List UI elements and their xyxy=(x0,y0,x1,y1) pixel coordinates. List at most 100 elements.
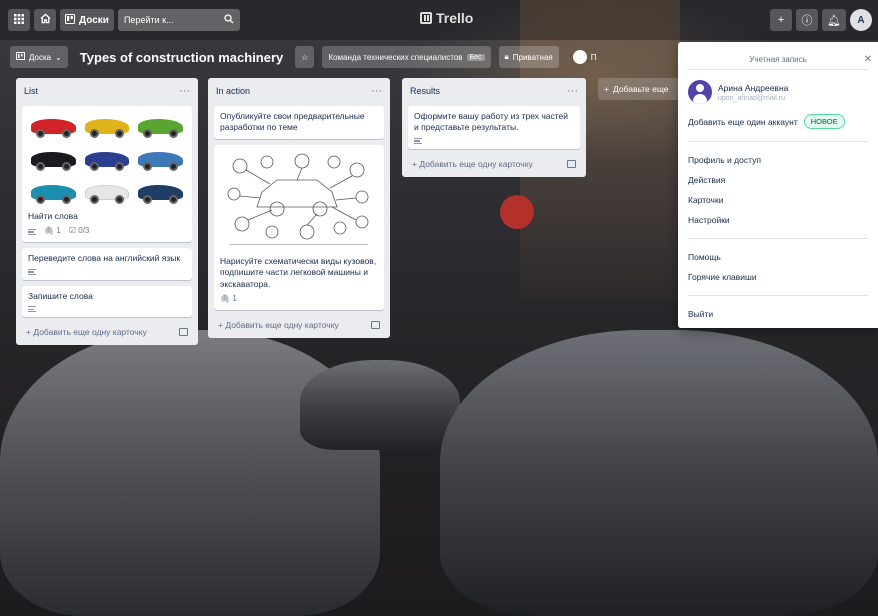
template-icon[interactable] xyxy=(371,321,380,330)
plus-icon: + xyxy=(604,84,609,94)
trello-logo-icon xyxy=(420,12,432,24)
divider xyxy=(688,295,868,296)
boards-icon xyxy=(65,13,75,27)
trello-logo[interactable]: Trello xyxy=(420,10,473,26)
diagram-caption-line xyxy=(230,243,368,248)
add-list-label: Добавьте еще xyxy=(612,84,669,94)
add-card-label: Добавить еще одну карточку xyxy=(419,158,533,169)
menu-item-logout[interactable]: Выйти xyxy=(688,304,868,324)
background-car-left xyxy=(0,330,380,616)
card-find-words[interactable]: Найти слова 🖇︎ 1 ☑︎ 0/3 xyxy=(22,106,192,243)
add-account-button[interactable]: Добавить еще один аккаунт НОВОЕ xyxy=(688,110,868,133)
visibility-label: Приватная xyxy=(512,52,553,62)
current-account: Арина Андреевна upon_arinad@mail.ru xyxy=(688,70,868,110)
list-header[interactable]: Results ··· xyxy=(408,82,580,100)
card-title: Нарисуйте схематически виды кузовов, под… xyxy=(220,255,377,289)
list-title: Results xyxy=(410,86,441,96)
logo-text: Trello xyxy=(436,10,474,26)
menu-item-cards[interactable]: Карточки xyxy=(688,190,868,210)
apps-button[interactable] xyxy=(8,9,30,31)
account-popover: Учетная запись ✕ Арина Андреевна upon_ar… xyxy=(678,42,878,328)
car-image xyxy=(28,177,79,207)
car-image xyxy=(81,111,133,141)
notifications-button[interactable]: 🔔︎ xyxy=(822,9,846,31)
more-icon[interactable]: ··· xyxy=(567,85,578,97)
add-card-button[interactable]: + Добавить еще одну карточку xyxy=(214,310,384,332)
card-cover-image xyxy=(222,151,376,248)
card-write-words[interactable]: Запишите слова xyxy=(22,285,192,318)
card-publish-drafts[interactable]: Опубликуйте свои предварительные разрабо… xyxy=(214,106,384,139)
add-card-label: Добавить еще одну карточку xyxy=(33,327,147,338)
visibility-button[interactable]: 🔒︎ Приватная xyxy=(498,46,559,68)
car-image xyxy=(135,111,186,141)
home-button[interactable] xyxy=(34,9,56,31)
menu-item-shortcuts[interactable]: Горячие клавиши xyxy=(688,267,868,287)
attachment-count: 1 xyxy=(232,294,237,304)
template-icon[interactable] xyxy=(179,328,188,337)
list-title: List xyxy=(24,86,39,96)
description-icon xyxy=(414,137,422,144)
close-icon[interactable]: ✕ xyxy=(864,50,872,70)
add-card-button[interactable]: + Добавить еще одну карточку xyxy=(408,149,580,171)
background-car-middle xyxy=(300,360,460,450)
add-card-label: Добавить еще одну карточку xyxy=(225,320,339,331)
background-road-sign xyxy=(500,195,534,229)
boards-button[interactable]: Доски xyxy=(60,9,114,31)
card-badges: 🖇︎ 1 xyxy=(220,294,378,305)
list-header[interactable]: In action ··· xyxy=(214,82,384,100)
menu-item-profile[interactable]: Профиль и доступ xyxy=(688,150,868,170)
card-title: Оформите вашу работу из трех частей и пр… xyxy=(414,111,569,133)
card-badges xyxy=(28,268,186,275)
checklist-icon: ☑︎ xyxy=(68,226,77,236)
star-button[interactable]: ☆ xyxy=(295,46,315,68)
more-icon[interactable]: ··· xyxy=(371,85,382,97)
card-badges xyxy=(414,137,574,144)
team-button[interactable]: Команда технических специалистов Бес xyxy=(322,46,491,68)
menu-item-activity[interactable]: Действия xyxy=(688,170,868,190)
card-translate-words[interactable]: Переведите слова на английский язык xyxy=(22,248,192,280)
board-member-label: П xyxy=(590,52,597,62)
plus-icon: + xyxy=(218,320,223,331)
search-input[interactable]: Перейти к... xyxy=(117,9,240,31)
board-menu-button[interactable]: Доска ⌄ xyxy=(10,46,68,68)
add-list-button[interactable]: + Добавьте еще xyxy=(598,78,688,100)
home-icon xyxy=(39,13,51,27)
background-car-right xyxy=(440,330,878,616)
list-in-action: In action ··· Опубликуйте свои предварит… xyxy=(208,78,390,339)
description-icon xyxy=(28,228,36,235)
create-button[interactable]: + xyxy=(770,9,793,31)
description-icon xyxy=(28,268,36,275)
menu-item-help[interactable]: Помощь xyxy=(688,247,868,267)
board-menu-label: Доска xyxy=(29,52,52,62)
plus-icon: + xyxy=(26,327,31,338)
lock-icon: 🔒︎ xyxy=(504,52,509,61)
popover-title: Учетная запись xyxy=(749,55,807,64)
checklist-count: 0/3 xyxy=(78,226,90,236)
template-icon[interactable] xyxy=(567,159,576,168)
card-draw-bodies[interactable]: Нарисуйте схематически виды кузовов, под… xyxy=(214,144,384,311)
car-image xyxy=(135,144,186,174)
more-icon[interactable]: ··· xyxy=(179,85,190,97)
star-icon: ☆ xyxy=(301,52,309,62)
attachment-count: 1 xyxy=(56,226,61,236)
list-header[interactable]: List ··· xyxy=(22,82,192,100)
search-placeholder: Перейти к... xyxy=(123,15,174,25)
new-badge: НОВОЕ xyxy=(803,114,845,129)
chevron-down-icon: ⌄ xyxy=(55,52,62,62)
user-icon xyxy=(572,50,587,64)
bell-icon: 🔔︎ xyxy=(827,14,841,27)
attachment-badge: 🖇︎ 1 xyxy=(220,294,237,305)
board-title[interactable]: Types of construction machinery xyxy=(76,50,287,65)
car-image xyxy=(135,177,186,207)
card-title: Найти слова xyxy=(28,211,78,221)
list-results: Results ··· Оформите вашу работу из трех… xyxy=(402,78,586,177)
info-button[interactable]: ⓘ xyxy=(796,9,819,31)
menu-item-settings[interactable]: Настройки xyxy=(688,210,868,230)
header-right-actions: + ⓘ 🔔︎ А xyxy=(770,9,872,31)
member-avatar[interactable]: А xyxy=(850,9,872,31)
card-title: Переведите слова на английский язык xyxy=(28,253,181,264)
card-present-results[interactable]: Оформите вашу работу из трех частей и пр… xyxy=(408,106,580,149)
board-member-button[interactable]: П xyxy=(567,46,603,68)
car-parts-diagram xyxy=(227,153,369,240)
add-card-button[interactable]: + Добавить еще одну карточку xyxy=(22,317,192,339)
